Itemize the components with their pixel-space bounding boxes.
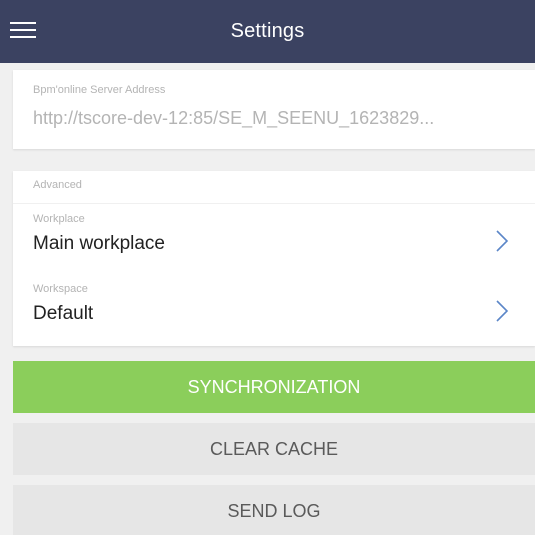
- send-log-button[interactable]: SEND LOG: [13, 485, 535, 535]
- advanced-label: Advanced: [33, 179, 82, 191]
- synchronization-button[interactable]: SYNCHRONIZATION: [13, 361, 535, 413]
- clear-cache-button[interactable]: CLEAR CACHE: [13, 423, 535, 475]
- workplace-value: Main workplace: [33, 233, 165, 254]
- server-address-label: Bpm'online Server Address: [33, 84, 166, 96]
- workplace-row[interactable]: Workplace Main workplace: [13, 207, 535, 277]
- workplace-label: Workplace: [33, 213, 85, 225]
- server-address-card: Bpm'online Server Address http://tscore-…: [13, 70, 535, 149]
- page-title: Settings: [230, 20, 305, 42]
- settings-page: Settings Bpm'online Server Address http:…: [0, 0, 535, 535]
- server-address-value: http://tscore-dev-12:85/SE_M_SEENU_16238…: [33, 108, 435, 128]
- chevron-right-icon: [496, 230, 509, 252]
- section-divider: [13, 203, 535, 204]
- workspace-label: Workspace: [33, 283, 88, 295]
- workspace-row[interactable]: Workspace Default: [13, 277, 535, 347]
- chevron-right-icon: [496, 300, 509, 322]
- workspace-value: Default: [33, 303, 94, 324]
- app-header: Settings: [0, 0, 535, 63]
- advanced-section: Advanced Workplace Main workplace Worksp…: [13, 171, 535, 346]
